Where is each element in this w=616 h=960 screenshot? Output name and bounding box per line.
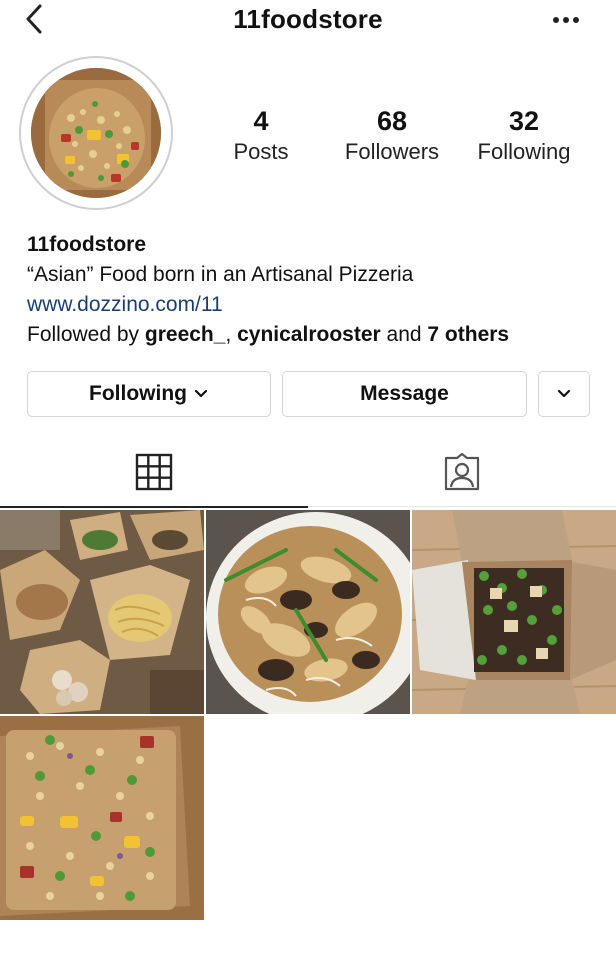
tab-grid[interactable] bbox=[0, 438, 308, 508]
top-bar: 11foodstore bbox=[0, 0, 616, 44]
message-button-label: Message bbox=[360, 382, 449, 405]
chevron-down-icon bbox=[194, 389, 208, 398]
followed-by[interactable]: Followed by greech_, cynicalrooster and … bbox=[27, 320, 597, 350]
profile-tabs bbox=[0, 438, 616, 508]
post-2-tile[interactable] bbox=[206, 510, 410, 714]
grid-icon bbox=[135, 453, 173, 491]
follower-cynicalrooster[interactable]: cynicalrooster bbox=[237, 323, 381, 346]
suggested-dropdown-button[interactable] bbox=[538, 371, 590, 417]
website-link[interactable]: www.dozzino.com/11 bbox=[27, 290, 597, 320]
posts-count: 4 bbox=[253, 106, 269, 136]
fried-rice-avatar-image bbox=[31, 68, 161, 198]
chevron-down-icon bbox=[557, 389, 571, 398]
stat-following[interactable]: 32 Following bbox=[459, 104, 589, 166]
following-label: Following bbox=[477, 139, 571, 164]
post-takeout-boxes-image bbox=[0, 510, 204, 714]
profile-name: 11foodstore bbox=[27, 233, 147, 256]
avatar-ring[interactable] bbox=[19, 56, 173, 210]
message-button[interactable]: Message bbox=[282, 371, 527, 417]
post-3-tile[interactable] bbox=[412, 510, 616, 714]
followed-by-middle: and bbox=[380, 323, 428, 346]
post-stir-fried-noodles-image bbox=[206, 510, 410, 714]
post-1-tile[interactable] bbox=[0, 510, 204, 714]
follower-greech[interactable]: greech_ bbox=[145, 323, 226, 346]
posts-label: Posts bbox=[233, 139, 289, 164]
following-count: 32 bbox=[508, 106, 540, 136]
avatar[interactable] bbox=[31, 68, 161, 198]
tagged-person-icon bbox=[444, 453, 480, 491]
stat-followers[interactable]: 68 Followers bbox=[327, 104, 457, 166]
followers-label: Followers bbox=[344, 139, 440, 164]
profile-bio: 11foodstore “Asian” Food born in an Arti… bbox=[27, 230, 597, 350]
post-4-tile[interactable] bbox=[0, 716, 204, 920]
followers-count: 68 bbox=[376, 106, 408, 136]
more-horizontal-icon bbox=[553, 17, 579, 23]
following-button[interactable]: Following bbox=[27, 371, 271, 417]
more-options-button[interactable] bbox=[550, 8, 586, 32]
post-tofu-takeout-box-image bbox=[412, 510, 616, 714]
tab-tagged[interactable] bbox=[308, 438, 616, 507]
followed-by-separator: , bbox=[225, 323, 238, 346]
stat-posts[interactable]: 4 Posts bbox=[196, 104, 326, 166]
bio-text: “Asian” Food born in an Artisanal Pizzer… bbox=[27, 263, 414, 286]
page-title: 11foodstore bbox=[233, 4, 383, 34]
followed-by-prefix: Followed by bbox=[27, 323, 145, 346]
following-button-label: Following bbox=[89, 382, 187, 405]
post-fried-rice-image bbox=[0, 716, 204, 920]
followed-by-others[interactable]: 7 others bbox=[427, 323, 509, 346]
